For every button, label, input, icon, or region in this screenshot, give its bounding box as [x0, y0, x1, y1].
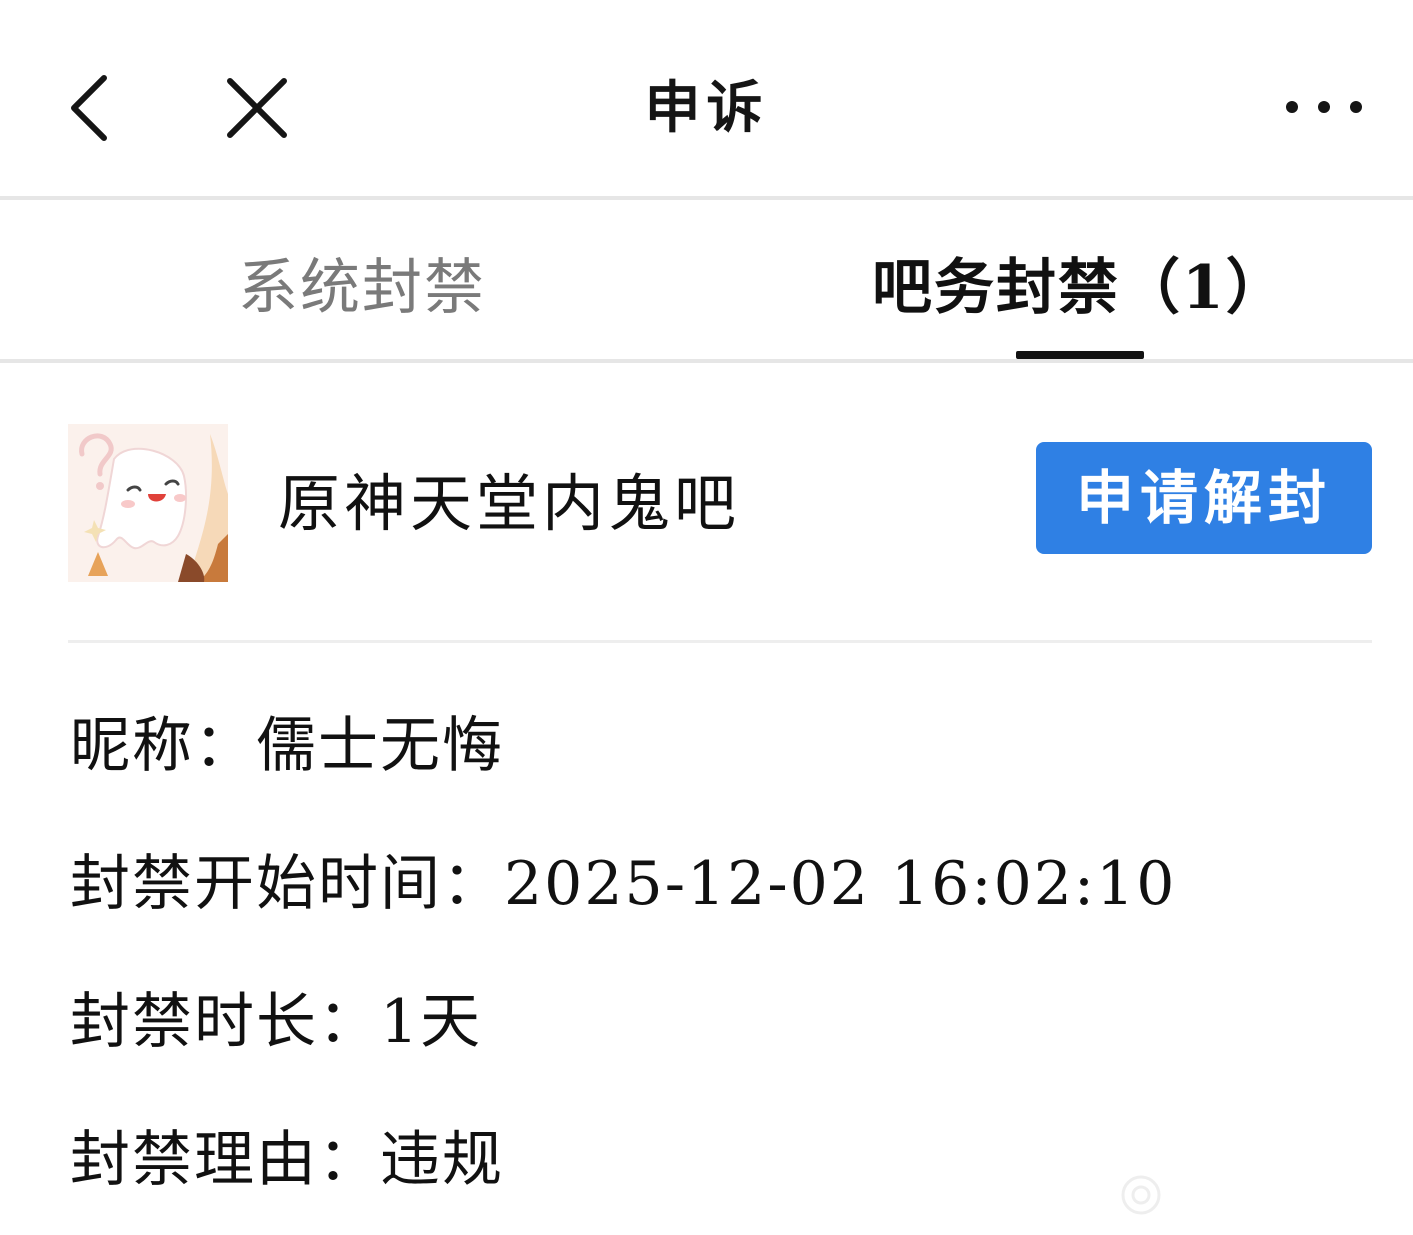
tab-bar: 系统封禁 吧务封禁（1）: [0, 200, 1413, 360]
top-bar: 申诉: [0, 0, 1413, 196]
ban-duration-value: 1天: [380, 987, 483, 1057]
nickname-value: 儒士无悔: [256, 711, 504, 781]
ghost-mascot-icon: [68, 424, 228, 582]
more-dots-icon[interactable]: [1282, 92, 1366, 122]
tab-system-ban[interactable]: 系统封禁: [238, 250, 486, 326]
ban-duration-label: 封禁时长：: [70, 987, 380, 1057]
ban-reason-label: 封禁理由：: [70, 1125, 380, 1195]
tab-divider: [0, 359, 1413, 363]
ban-start-label: 封禁开始时间：: [70, 849, 504, 919]
ban-start-value: 2025-12-02 16:02:10: [504, 849, 1177, 919]
tab-forum-ban[interactable]: 吧务封禁（1）: [872, 250, 1288, 326]
active-tab-indicator: [1016, 351, 1144, 359]
page-title: 申诉: [644, 75, 769, 141]
watermark-icon: [1118, 1172, 1164, 1218]
content-divider: [68, 640, 1372, 643]
nickname-row: 昵称：儒士无悔: [70, 708, 504, 784]
ban-start-row: 封禁开始时间：2025-12-02 16:02:10: [70, 846, 1176, 922]
nickname-label: 昵称：: [70, 711, 256, 781]
forum-name[interactable]: 原神天堂内鬼吧: [278, 466, 740, 542]
ban-reason-row: 封禁理由：违规: [70, 1122, 504, 1198]
forum-avatar[interactable]: [68, 424, 228, 582]
ban-duration-row: 封禁时长：1天: [70, 984, 482, 1060]
appeal-unban-button[interactable]: 申请解封: [1036, 442, 1372, 554]
ban-reason-value: 违规: [380, 1125, 504, 1195]
